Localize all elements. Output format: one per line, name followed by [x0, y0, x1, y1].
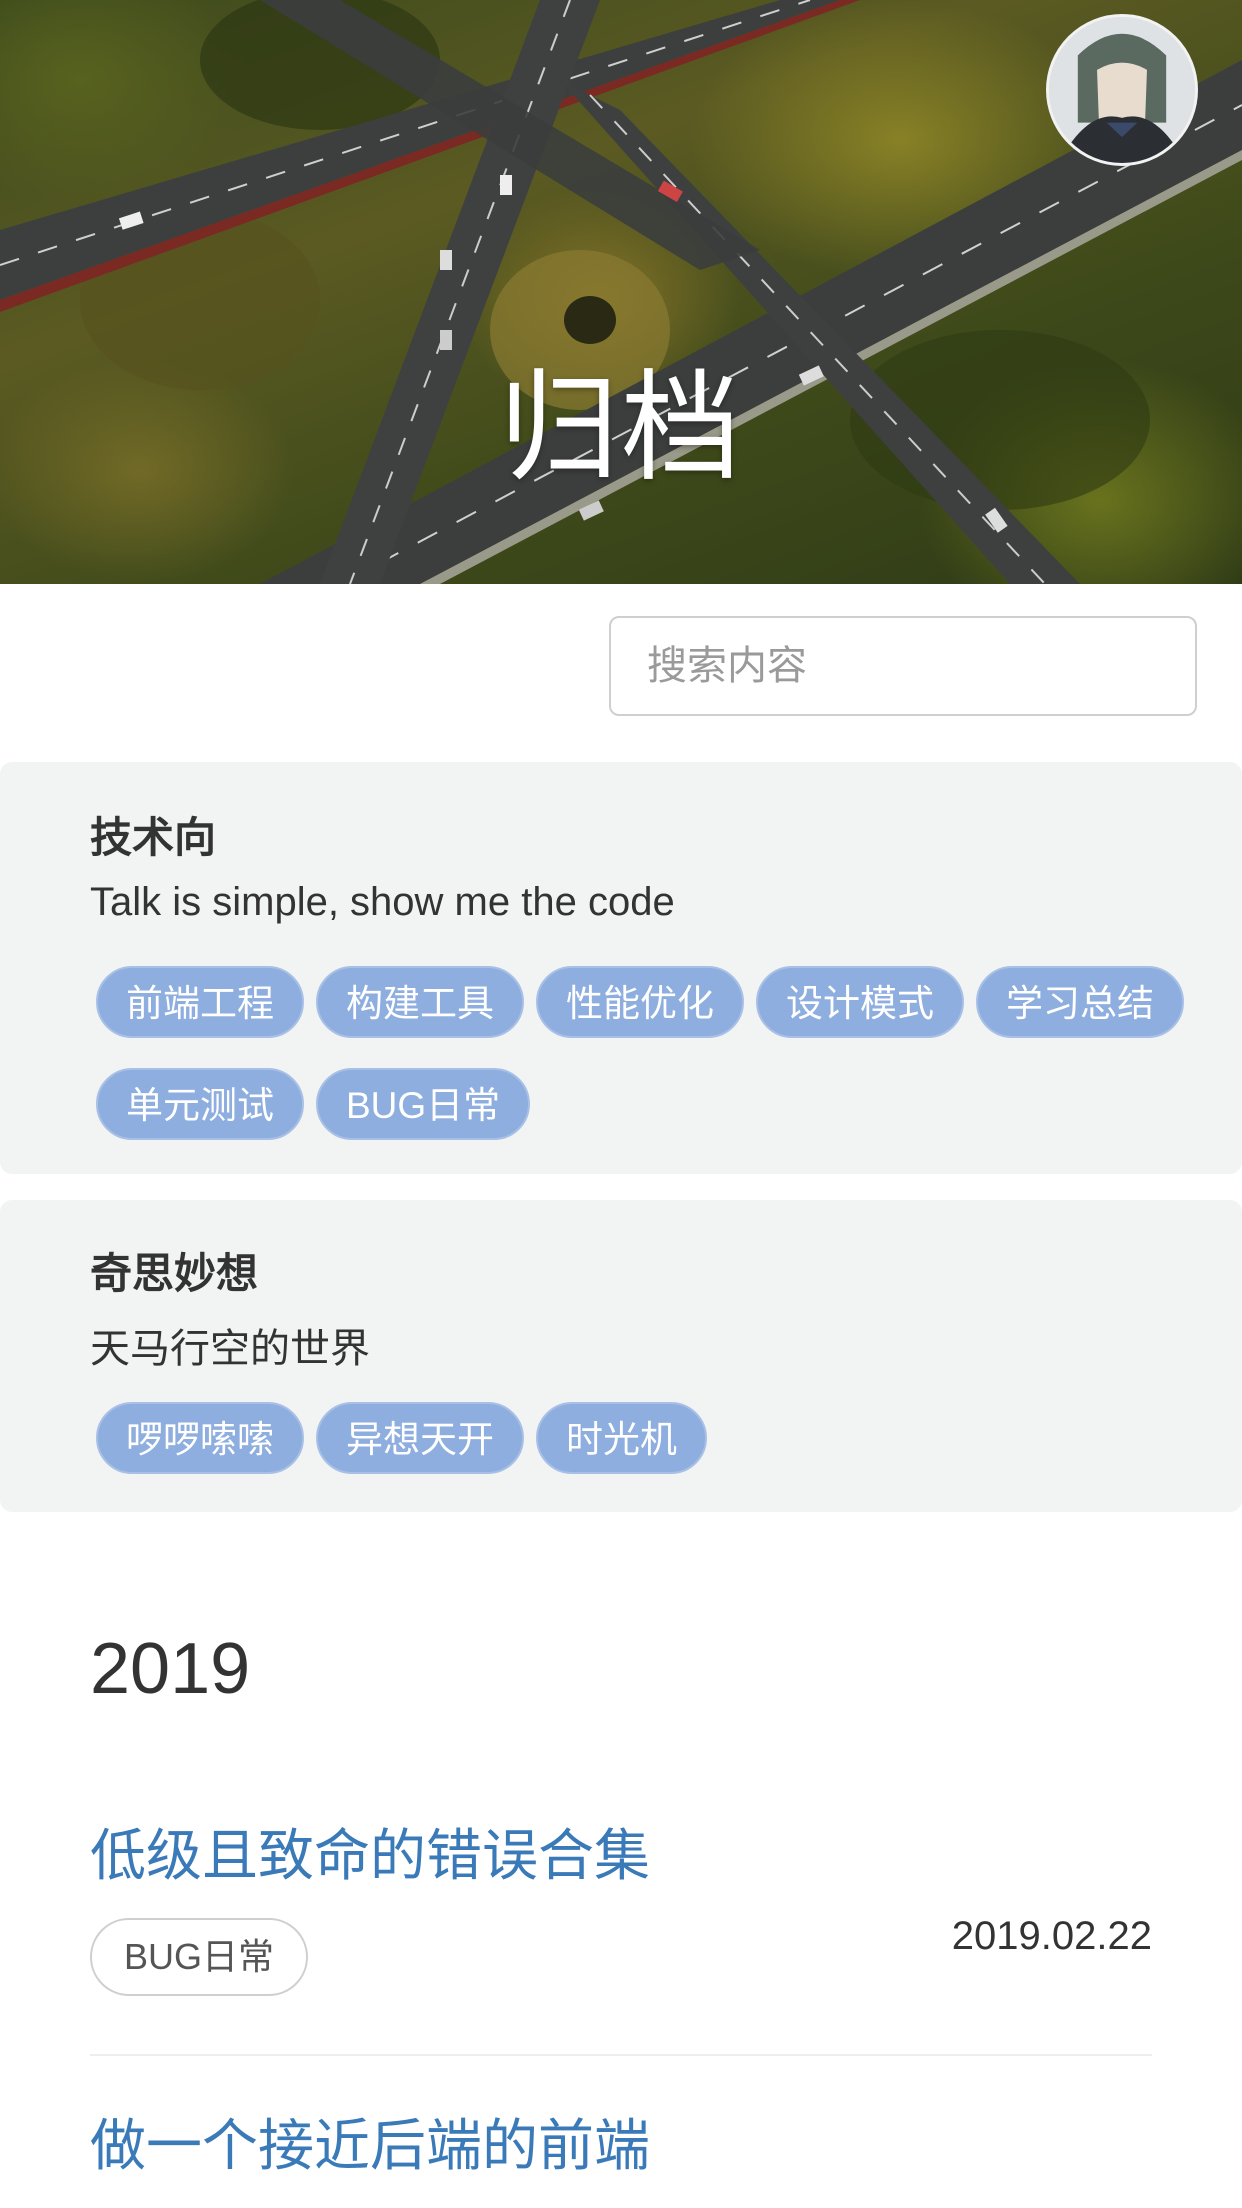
tag-rambling[interactable]: 啰啰嗦嗦	[96, 1402, 304, 1474]
post-title-link[interactable]: 做一个接近后端的前端	[90, 2106, 1152, 2186]
category-card-ideas: 奇思妙想 天马行空的世界 啰啰嗦嗦 异想天开 时光机	[0, 1200, 1242, 1512]
tag-design-patterns[interactable]: 设计模式	[756, 966, 964, 1038]
archive-year-heading: 2019	[90, 1629, 251, 1709]
category-title: 技术向	[90, 813, 217, 862]
category-card-tech: 技术向 Talk is simple, show me the code 前端工…	[0, 762, 1242, 1174]
category-tag-list: 啰啰嗦嗦 异想天开 时光机	[96, 1402, 1196, 1504]
tag-performance[interactable]: 性能优化	[536, 966, 744, 1038]
category-tag-list: 前端工程 构建工具 性能优化 设计模式 学习总结 单元测试 BUG日常	[96, 966, 1196, 1170]
tag-learning-summary[interactable]: 学习总结	[976, 966, 1184, 1038]
page-title: 归档	[499, 361, 743, 495]
post-tag[interactable]: BUG日常	[90, 1918, 309, 1996]
avatar-portrait-icon	[1049, 17, 1195, 163]
post-date: 2019.02.22	[951, 1914, 1152, 1958]
post-title-link[interactable]: 低级且致命的错误合集	[90, 1816, 1152, 1896]
category-description: 天马行空的世界	[90, 1327, 370, 1371]
tag-frontend-engineering[interactable]: 前端工程	[96, 966, 304, 1038]
post-item: 低级且致命的错误合集 BUG日常 2019.02.22	[90, 1816, 1152, 2056]
tag-unit-testing[interactable]: 单元测试	[96, 1068, 304, 1140]
hero-banner: 归档	[0, 0, 1242, 584]
search-input[interactable]	[609, 616, 1197, 716]
tag-bug-daily[interactable]: BUG日常	[316, 1068, 531, 1140]
avatar[interactable]	[1046, 14, 1198, 166]
post-item: 做一个接近后端的前端	[90, 2106, 1152, 2208]
tag-build-tools[interactable]: 构建工具	[316, 966, 524, 1038]
category-description: Talk is simple, show me the code	[90, 880, 675, 924]
tag-whimsy[interactable]: 异想天开	[316, 1402, 524, 1474]
category-title: 奇思妙想	[90, 1249, 259, 1298]
tag-time-machine[interactable]: 时光机	[536, 1402, 707, 1474]
